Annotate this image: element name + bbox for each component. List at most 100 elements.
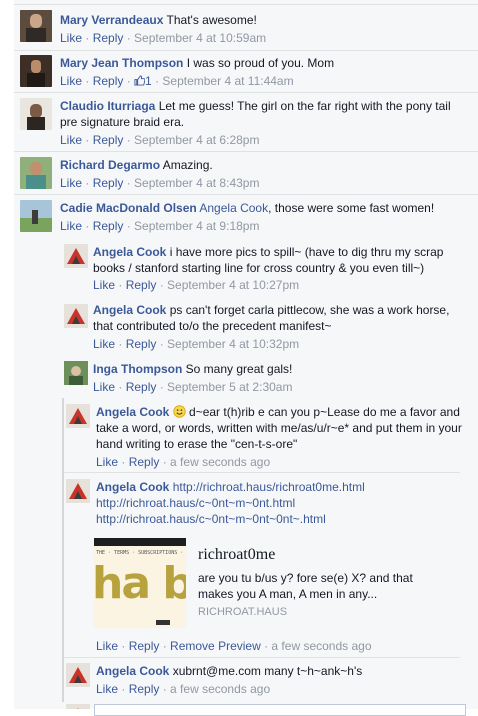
avatar: [66, 704, 90, 709]
reply-link[interactable]: Reply: [93, 74, 124, 88]
commenter-name[interactable]: Richard Degarmo: [60, 158, 160, 172]
preview-title[interactable]: richroat0me: [198, 546, 275, 564]
link-preview-card[interactable]: THE · TERMS · SUBSCRIPTIONS · LOOK · CLI…: [94, 538, 464, 630]
reply-link[interactable]: Reply: [93, 219, 124, 233]
comment-actions: Like · Reply · September 4 at 10:27pm: [93, 278, 300, 292]
separator: [64, 472, 460, 473]
comment-body: Cadie MacDonald Olsen Angela Cook, those…: [60, 200, 460, 216]
reply-body: Angela Cook http://richroat.haus/richroa…: [96, 479, 466, 527]
like-link[interactable]: Like: [60, 31, 82, 45]
commenter-name[interactable]: Angela Cook: [96, 405, 169, 419]
reply-link[interactable]: Reply: [129, 639, 160, 653]
separator: [14, 151, 478, 152]
reply-link[interactable]: Reply: [93, 133, 124, 147]
preview-description: are you tu b/us y? fore se(e) X? and tha…: [198, 571, 413, 601]
timestamp[interactable]: a few seconds ago: [170, 455, 270, 469]
separator: [14, 194, 478, 195]
avatar[interactable]: [66, 479, 90, 503]
avatar[interactable]: [64, 361, 88, 385]
reply-body: Inga Thompson So many great gals!: [93, 361, 463, 377]
comment-actions: Like · Reply · September 5 at 2:30am: [93, 380, 293, 394]
like-link[interactable]: Like: [60, 219, 82, 233]
like-count[interactable]: 1: [134, 74, 152, 88]
comment-actions: Like · Reply · September 4 at 10:59am: [60, 31, 267, 45]
commenter-name[interactable]: Mary Jean Thompson: [60, 56, 183, 70]
reply-link[interactable]: Reply: [126, 278, 157, 292]
like-link[interactable]: Like: [60, 176, 82, 190]
comment-actions: Like · Reply · 1 · September 4 at 11:44a…: [60, 74, 294, 88]
like-link[interactable]: Like: [93, 278, 115, 292]
reply-link[interactable]: Reply: [129, 682, 160, 696]
remove-preview-link[interactable]: Remove Preview: [170, 639, 261, 653]
timestamp[interactable]: September 4 at 6:28pm: [134, 133, 259, 147]
url-link[interactable]: http://richroat.haus/c~0nt~m~0nt.html: [96, 496, 295, 510]
avatar[interactable]: [66, 404, 90, 428]
reply-body: Angela Cook d~ear t(h)rib e can you p~Le…: [96, 404, 466, 452]
like-link[interactable]: Like: [60, 74, 82, 88]
smile-emoji-icon: [172, 405, 186, 418]
url-link[interactable]: http://richroat.haus/c~0nt~m~0nt~0nt~.ht…: [96, 512, 326, 526]
timestamp[interactable]: September 5 at 2:30am: [167, 380, 292, 394]
avatar[interactable]: [64, 244, 88, 268]
comment-text: So many great gals!: [185, 362, 293, 376]
commenter-name[interactable]: Inga Thompson: [93, 362, 182, 376]
timestamp[interactable]: September 4 at 10:27pm: [167, 278, 299, 292]
commenter-name[interactable]: Angela Cook: [93, 245, 166, 259]
commenter-name[interactable]: Claudio Iturriaga: [60, 99, 155, 113]
comment-actions: Like · Reply · September 4 at 6:28pm: [60, 133, 260, 147]
comment-actions: Like · Reply · a few seconds ago: [96, 682, 271, 696]
avatar[interactable]: [20, 200, 52, 232]
separator: [14, 92, 478, 93]
comment-actions: Like · Reply · a few seconds ago: [96, 455, 271, 469]
avatar[interactable]: [20, 157, 52, 189]
reply-link[interactable]: Reply: [126, 380, 157, 394]
commenter-name[interactable]: Cadie MacDonald Olsen: [60, 201, 197, 215]
like-link[interactable]: Like: [96, 682, 118, 696]
comment-actions: Like · Reply · September 4 at 10:32pm: [93, 337, 300, 351]
avatar[interactable]: [20, 10, 52, 42]
comment-text: I was so proud of you. Mom: [186, 56, 335, 70]
like-link[interactable]: Like: [60, 133, 82, 147]
reply-link[interactable]: Reply: [93, 31, 124, 45]
preview-image-text: ha b: [94, 558, 186, 609]
like-link[interactable]: Like: [96, 455, 118, 469]
timestamp[interactable]: September 4 at 11:44am: [162, 74, 293, 88]
timestamp[interactable]: September 4 at 8:43pm: [134, 176, 259, 190]
reply-link[interactable]: Reply: [93, 176, 124, 190]
commenter-name[interactable]: Angela Cook: [96, 480, 169, 494]
reply-body: Angela Cook i have more pics to spill~ (…: [93, 244, 463, 276]
link-preview-image: THE · TERMS · SUBSCRIPTIONS · LOOK · CLI…: [94, 538, 186, 628]
commenter-name[interactable]: Angela Cook: [96, 664, 169, 678]
timestamp[interactable]: a few seconds ago: [170, 682, 270, 696]
commenter-name[interactable]: Angela Cook: [93, 303, 166, 317]
like-link[interactable]: Like: [96, 639, 118, 653]
reply-link[interactable]: Reply: [129, 455, 160, 469]
reply-link[interactable]: Reply: [126, 337, 157, 351]
commenter-name[interactable]: Mary Verrandeaux: [60, 13, 163, 27]
like-count-number: 1: [145, 74, 152, 88]
separator: [14, 4, 478, 5]
thumbs-up-icon: [134, 75, 146, 86]
preview-domain: RICHROAT.HAUS: [198, 606, 288, 618]
comment-body: Claudio Iturriaga Let me guess! The girl…: [60, 98, 460, 130]
avatar[interactable]: [66, 663, 90, 687]
avatar[interactable]: [64, 304, 88, 328]
timestamp[interactable]: September 4 at 10:32pm: [167, 337, 299, 351]
reply-body: Angela Cook ps can't forget carla pittle…: [93, 302, 463, 334]
reply-body: Angela Cook xubrnt@me.com many t~h~ank~h…: [96, 663, 466, 679]
comment-body: Mary Jean Thompson I was so proud of you…: [60, 55, 460, 71]
comment-actions: Like · Reply · September 4 at 8:43pm: [60, 176, 260, 190]
like-link[interactable]: Like: [93, 380, 115, 394]
separator: [64, 657, 460, 658]
url-link[interactable]: http://richroat.haus/richroat0me.html: [173, 480, 365, 494]
avatar[interactable]: [20, 55, 52, 87]
reply-input[interactable]: [94, 704, 466, 716]
separator: [14, 50, 478, 51]
like-link[interactable]: Like: [93, 337, 115, 351]
comment-body: Richard Degarmo Amazing.: [60, 157, 460, 173]
tagged-name[interactable]: Angela Cook: [199, 201, 268, 215]
timestamp[interactable]: September 4 at 10:59am: [134, 31, 266, 45]
timestamp[interactable]: September 4 at 9:18pm: [134, 219, 259, 233]
avatar[interactable]: [20, 98, 52, 130]
timestamp[interactable]: a few seconds ago: [271, 639, 371, 653]
